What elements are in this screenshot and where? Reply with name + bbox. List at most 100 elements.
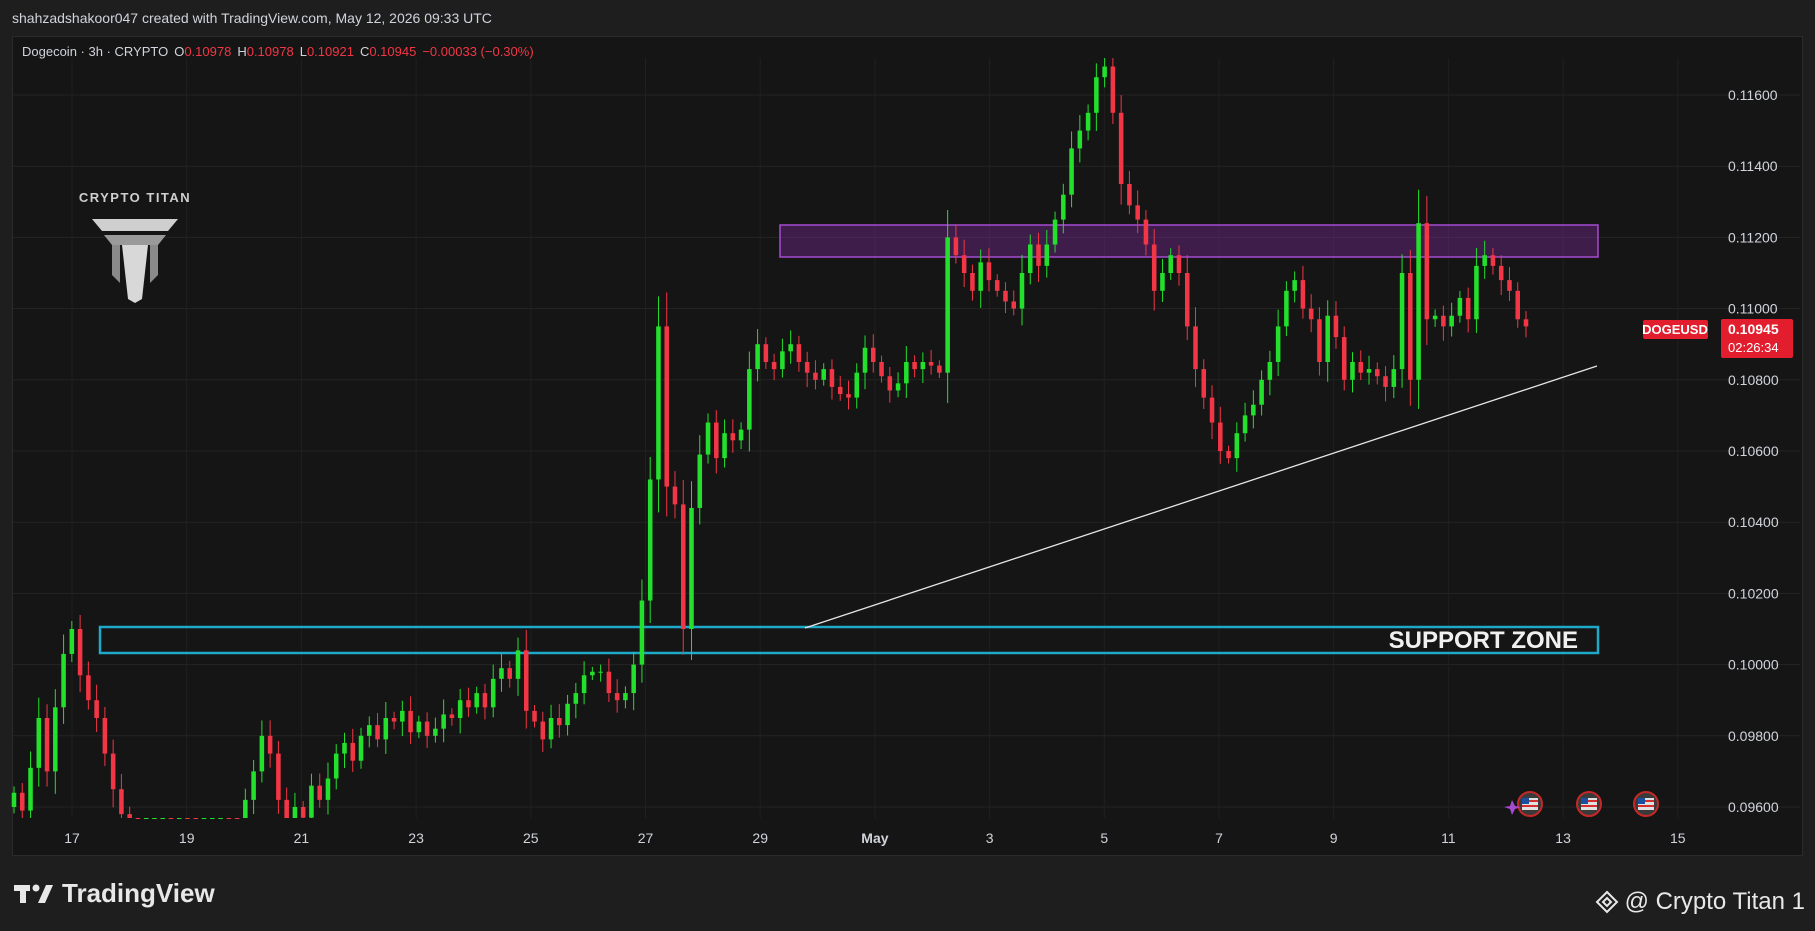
grid [13, 58, 1800, 818]
candle [689, 481, 694, 660]
candle [259, 720, 265, 783]
x-tick-label: 3 [986, 830, 994, 846]
candle [813, 360, 818, 390]
candle [565, 694, 570, 736]
candle [267, 720, 273, 768]
ohlc-legend[interactable]: Dogecoin · 3h · CRYPTO O0.10978 H0.10978… [22, 44, 534, 59]
price-change: −0.00033 (−0.30%) [422, 44, 534, 59]
us-flag-icon[interactable] [1517, 791, 1543, 817]
candle [1110, 58, 1116, 125]
candle [309, 773, 314, 818]
candle [557, 704, 562, 738]
candle [1498, 255, 1504, 296]
y-tick-label: 0.09800 [1728, 728, 1779, 744]
candle [400, 700, 405, 736]
time-axis[interactable]: 17 19 21 23 25 27 29 May 3 5 7 9 11 13 15 [64, 830, 1686, 846]
candlestick-chart[interactable]: SUPPORT ZONE 0.09600 0.09800 0.10000 0.1020… [0, 0, 1815, 931]
candle [821, 363, 826, 386]
candle [1308, 294, 1314, 333]
candle [937, 360, 942, 379]
y-tick-label: 0.10800 [1728, 372, 1779, 388]
candle [1201, 359, 1207, 409]
candle [152, 818, 157, 819]
candle [53, 689, 58, 794]
x-tick-label: 29 [752, 830, 768, 846]
tradingview-logo[interactable]: TradingView [14, 878, 215, 909]
diamond-logo-icon [1595, 890, 1618, 914]
candle [1019, 254, 1025, 326]
candle [1251, 390, 1256, 429]
candle [656, 296, 661, 513]
y-tick-label: 0.11000 [1728, 301, 1778, 317]
candle [1416, 189, 1421, 409]
price-axis[interactable]: 0.09600 0.09800 0.10000 0.10200 0.10400 0.106… [1728, 87, 1779, 815]
support-zone[interactable] [98, 625, 1600, 655]
economic-event-icons[interactable] [1504, 791, 1659, 817]
candle [1184, 255, 1190, 341]
high-label: H [237, 44, 247, 59]
candle [1085, 104, 1091, 141]
candle [1094, 63, 1099, 131]
candle [424, 712, 430, 748]
titan-logo-icon [92, 219, 178, 303]
candle [94, 684, 99, 733]
candle [1457, 290, 1463, 323]
candle [1325, 300, 1330, 382]
resistance-zone[interactable] [779, 224, 1599, 258]
candle [970, 264, 975, 301]
candle [317, 773, 322, 808]
candle [69, 620, 75, 662]
candle [771, 353, 777, 381]
candle [185, 818, 190, 819]
x-tick-label: 27 [638, 830, 654, 846]
trend-line[interactable] [804, 365, 1598, 629]
candle [499, 653, 504, 692]
candle [416, 715, 422, 739]
close-value: 0.10945 [369, 44, 417, 59]
candle [176, 818, 182, 819]
candle [887, 366, 893, 403]
candle [210, 818, 215, 819]
candle [19, 782, 25, 818]
us-flag-icon[interactable] [1633, 791, 1659, 817]
candle [36, 697, 42, 787]
candle [391, 711, 397, 730]
candle [367, 716, 372, 748]
candle [1432, 309, 1438, 327]
candle [573, 682, 579, 719]
x-tick-label: 15 [1670, 830, 1686, 846]
candle [251, 760, 256, 815]
candle [1275, 309, 1281, 376]
candle [1408, 249, 1413, 406]
candle [490, 664, 496, 718]
candle [928, 350, 934, 375]
x-tick-label: 13 [1555, 830, 1571, 846]
candle [1441, 305, 1446, 341]
candle [730, 419, 736, 453]
candle [102, 706, 108, 767]
brand-name: CRYPTO TITAN [78, 190, 192, 205]
y-tick-label: 0.11600 [1728, 87, 1778, 103]
candle [978, 249, 983, 308]
us-flag-icon[interactable] [1576, 791, 1602, 817]
candle [623, 686, 628, 709]
candle [482, 683, 488, 720]
candle [86, 661, 91, 710]
y-tick-label: 0.10200 [1728, 585, 1779, 601]
candle [515, 637, 521, 696]
candle [284, 787, 289, 818]
candle [1292, 271, 1297, 303]
candle [854, 363, 860, 409]
candle [1391, 355, 1397, 399]
candle [581, 661, 587, 705]
candle [201, 818, 207, 819]
candle [763, 337, 769, 369]
candle [1317, 307, 1322, 376]
candle [1259, 370, 1264, 416]
candle [1358, 350, 1364, 380]
candle [994, 274, 1000, 297]
candle [590, 666, 595, 681]
candle [672, 471, 678, 519]
candle [788, 330, 793, 364]
candle [1449, 302, 1454, 337]
